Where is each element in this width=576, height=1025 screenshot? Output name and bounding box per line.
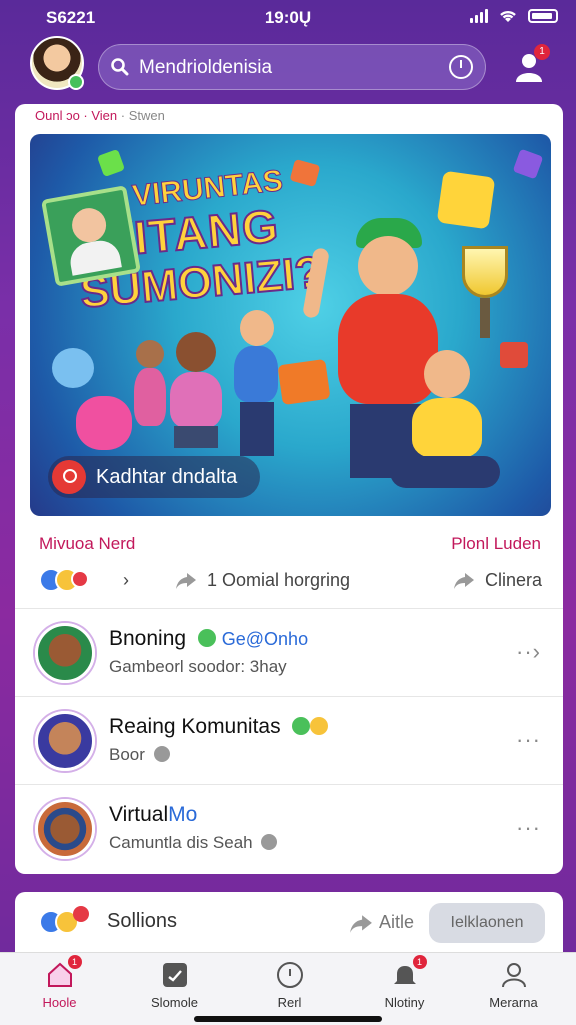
pink-monster xyxy=(76,396,132,450)
breadcrumb-path[interactable]: Ounl ɔo · Vien xyxy=(35,108,117,123)
decor-square xyxy=(289,159,321,187)
tab-clock[interactable]: Rerl xyxy=(232,961,347,1010)
battery-icon xyxy=(528,9,558,23)
bottom-post-title[interactable]: Sollions xyxy=(107,910,177,933)
section-title-left[interactable]: Mivuoa Nerd xyxy=(39,534,135,554)
search-input[interactable]: Mendrioldenisia xyxy=(139,57,272,79)
hero-chip[interactable]: Kadhtar dndalta xyxy=(48,456,260,498)
bell-icon: 1 xyxy=(391,955,427,989)
more-icon[interactable]: ··· xyxy=(516,815,541,841)
tab-label: Rerl xyxy=(277,995,302,1010)
tab-bar: 1 Hoole Slomole Rerl 1 Nlotiny Merarna xyxy=(0,952,576,1025)
tab-label: Slomole xyxy=(151,995,198,1010)
list-item[interactable]: Bnoning Ge@Onho Gambeorl soodor: 3hay ··… xyxy=(15,608,563,697)
decor-balloon xyxy=(52,348,94,388)
notifications-badge: 1 xyxy=(412,955,427,969)
trophy-icon xyxy=(462,246,508,298)
hero-banner[interactable]: VIRUNTAS KITANG SUMONIZI? Kadhtar dndalt… xyxy=(30,134,551,516)
section-title-right[interactable]: Plonl Luden xyxy=(451,534,541,554)
status-bar: S6221 19:0Ų xyxy=(0,0,576,36)
wifi-icon xyxy=(500,10,516,22)
online-status-icon xyxy=(68,74,84,90)
feed-card: Ounl ɔo · Vien · Stwen VIRUNTAS KITANG S… xyxy=(15,104,563,874)
clock-icon xyxy=(276,961,304,989)
portrait-frame xyxy=(41,185,141,287)
list-item-subtitle: Boor xyxy=(109,745,170,765)
reaction-icons[interactable] xyxy=(39,906,99,936)
list-item-subtitle: Camuntla dis Seah xyxy=(109,833,278,853)
search-icon xyxy=(111,58,129,76)
friends-notification-button[interactable]: 1 xyxy=(512,44,550,84)
hero-chip-label: Kadhtar dndalta xyxy=(96,466,238,488)
share-button[interactable]: Clinera xyxy=(485,570,542,591)
list-item[interactable]: VirtualMo Camuntla dis Seah ··· xyxy=(15,784,563,873)
avatar xyxy=(35,799,95,859)
home-icon: 1 xyxy=(46,955,82,989)
tab-home[interactable]: 1 Hoole xyxy=(2,955,117,1010)
home-badge: 1 xyxy=(67,955,82,969)
character-boy-yellow xyxy=(390,350,500,500)
decor-square xyxy=(500,342,528,368)
reaction-icons[interactable] xyxy=(39,568,99,594)
avatar xyxy=(35,711,95,771)
character-boy-pink xyxy=(164,332,228,452)
tab-label: Nlotiny xyxy=(384,995,425,1010)
love-reaction-icon xyxy=(73,906,89,922)
info-icon xyxy=(261,834,278,850)
bottom-share-button[interactable]: Aitle xyxy=(379,912,414,933)
share-icon xyxy=(454,573,474,589)
location-pin-icon xyxy=(52,460,86,494)
list-item[interactable]: Reaing Komunitas Boor ··· xyxy=(15,696,563,785)
tab-profile[interactable]: Merarna xyxy=(456,961,571,1010)
chevron-right-icon[interactable]: › xyxy=(123,570,129,591)
list-item-name: Bnoning Ge@Onho xyxy=(109,627,309,650)
breadcrumb-current: · Stwen xyxy=(117,108,165,123)
bottom-action-button[interactable]: Ielklaonen xyxy=(429,903,545,943)
tab-label: Merarna xyxy=(489,995,538,1010)
verified-icon xyxy=(197,629,216,647)
reaction-bar: › 1 Oomial horgring Clinera xyxy=(35,564,543,606)
emoji-icon xyxy=(310,717,329,735)
list-item-name: VirtualMo xyxy=(109,803,198,826)
list-item-name: Reaing Komunitas xyxy=(109,715,329,739)
more-icon[interactable]: ··· xyxy=(516,727,541,753)
notification-badge: 1 xyxy=(534,44,550,60)
info-icon xyxy=(153,746,170,762)
bottom-post-bar: Sollions Aitle Ielklaonen xyxy=(15,892,563,952)
character-boy-blue xyxy=(230,310,282,460)
share-icon xyxy=(350,915,372,933)
decor-square xyxy=(96,148,126,178)
list-item-subtitle: Gambeorl soodor: 3hay xyxy=(109,657,287,676)
comment-arrow-icon xyxy=(176,573,196,589)
profile-avatar[interactable] xyxy=(30,36,84,90)
tab-label: Hoole xyxy=(42,995,77,1010)
tab-watch[interactable]: Slomole xyxy=(117,961,232,1010)
decor-square xyxy=(512,148,544,180)
love-reaction-icon xyxy=(71,570,89,588)
search-bar[interactable]: Mendrioldenisia xyxy=(98,44,486,90)
status-icons xyxy=(470,8,558,24)
signal-icon xyxy=(470,9,488,23)
decor-square xyxy=(277,358,331,406)
history-icon[interactable] xyxy=(449,55,473,79)
tab-notifications[interactable]: 1 Nlotiny xyxy=(347,955,462,1010)
avatar xyxy=(35,623,95,683)
comment-button[interactable]: 1 Oomial horgring xyxy=(207,570,350,591)
profile-icon xyxy=(500,961,528,989)
home-indicator xyxy=(194,1016,382,1022)
trophy-stem xyxy=(480,298,490,338)
video-icon xyxy=(161,961,189,989)
verified-icon xyxy=(292,717,311,735)
breadcrumb: Ounl ɔo · Vien · Stwen xyxy=(35,108,165,123)
more-icon[interactable]: ··› xyxy=(516,639,541,665)
top-bar: Mendrioldenisia 1 xyxy=(0,36,576,102)
